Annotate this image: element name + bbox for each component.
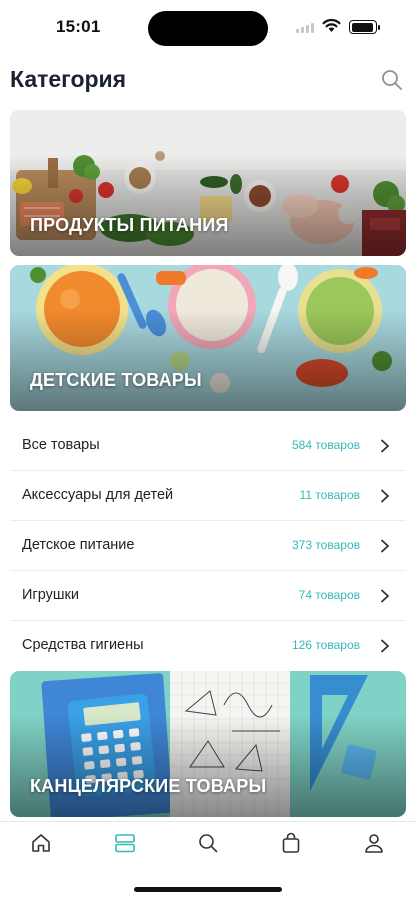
category-count: 373 товаров bbox=[291, 538, 360, 552]
cellular-signal-icon bbox=[296, 23, 314, 33]
shopping-bag-icon bbox=[282, 832, 300, 853]
banner-label: ПРОДУКТЫ ПИТАНИЯ bbox=[30, 215, 229, 235]
home-icon bbox=[32, 834, 50, 852]
category-label: Все товары bbox=[22, 437, 100, 453]
chevron-right-icon bbox=[381, 439, 389, 453]
banner-office-supplies[interactable]: КАНЦЕЛЯРСКИЕ ТОВАРЫ bbox=[10, 671, 406, 817]
tab-cart[interactable] bbox=[276, 832, 306, 858]
category-label: Детское питание bbox=[22, 537, 135, 553]
list-item[interactable]: Аксессуары для детей 11 товаров bbox=[10, 471, 406, 521]
wifi-icon bbox=[322, 18, 341, 32]
chevron-right-icon bbox=[381, 589, 389, 603]
list-item[interactable]: Средства гигиены 126 товаров bbox=[10, 621, 406, 671]
category-label: Средства гигиены bbox=[22, 637, 144, 653]
chevron-right-icon bbox=[381, 539, 389, 553]
banner-label: КАНЦЕЛЯРСКИЕ ТОВАРЫ bbox=[30, 776, 267, 796]
categories-icon bbox=[115, 834, 135, 853]
category-label: Игрушки bbox=[22, 587, 79, 603]
banner-label: ДЕТСКИЕ ТОВАРЫ bbox=[30, 370, 202, 390]
search-icon bbox=[199, 834, 218, 853]
profile-icon bbox=[365, 834, 383, 853]
category-label: Аксессуары для детей bbox=[22, 487, 174, 503]
dynamic-island bbox=[148, 11, 268, 46]
chevron-right-icon bbox=[381, 489, 389, 503]
status-time: 15:01 bbox=[56, 17, 101, 36]
search-button[interactable] bbox=[380, 68, 404, 92]
category-count: 11 товаров bbox=[299, 488, 360, 502]
category-count: 584 товаров bbox=[291, 438, 360, 452]
chevron-right-icon bbox=[381, 639, 389, 653]
header: Категория bbox=[10, 62, 406, 98]
tab-search[interactable] bbox=[193, 832, 223, 858]
list-item[interactable]: Игрушки 74 товаров bbox=[10, 571, 406, 621]
search-icon bbox=[382, 70, 402, 90]
banner-kids-products[interactable]: ДЕТСКИЕ ТОВАРЫ bbox=[10, 265, 406, 411]
tab-categories[interactable] bbox=[110, 832, 140, 858]
status-bar: 15:01 bbox=[0, 0, 416, 56]
category-list: Все товары 584 товаров Аксессуары для де… bbox=[10, 421, 406, 671]
home-indicator bbox=[134, 887, 282, 892]
category-count: 126 товаров bbox=[291, 638, 360, 652]
category-count: 74 товаров bbox=[298, 588, 360, 602]
list-item[interactable]: Детское питание 373 товаров bbox=[10, 521, 406, 571]
tab-profile[interactable] bbox=[359, 832, 389, 858]
battery-icon bbox=[349, 20, 380, 34]
list-item[interactable]: Все товары 584 товаров bbox=[10, 421, 406, 471]
tab-home[interactable] bbox=[26, 832, 56, 858]
banner-food-products[interactable]: ПРОДУКТЫ ПИТАНИЯ bbox=[10, 110, 406, 256]
page-title: Категория bbox=[10, 66, 127, 92]
